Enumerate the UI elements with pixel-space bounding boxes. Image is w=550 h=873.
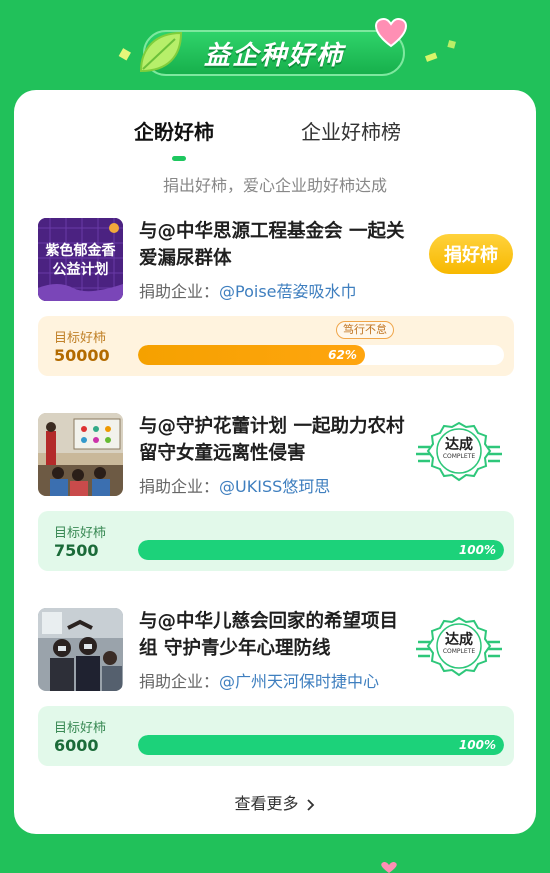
confetti-icon bbox=[447, 40, 456, 49]
project-thumbnail: 紫色郁金香 公益计划 bbox=[38, 218, 123, 301]
heart-icon bbox=[381, 862, 397, 873]
confetti-icon bbox=[118, 48, 131, 61]
sponsor-label: 捐助企业： bbox=[139, 477, 220, 496]
subtitle: 捐出好柿，爱心企业助好柿达成 bbox=[162, 176, 387, 195]
sponsor-label: 捐助企业： bbox=[139, 672, 220, 691]
progress-track: 100% bbox=[138, 540, 504, 560]
thumbnail-image bbox=[38, 413, 123, 496]
target-value: 50000 bbox=[54, 346, 110, 365]
project-thumbnail bbox=[38, 608, 123, 691]
progress-percent: 100% bbox=[458, 543, 496, 557]
progress-fill: 100% bbox=[138, 540, 504, 560]
badge-text: 达成 bbox=[445, 632, 473, 648]
confetti-icon bbox=[424, 52, 438, 62]
main-card: 企盼好柿 企业好柿榜 捐出好柿，爱心企业助好柿达成 紫色郁金香 公益计划 与@中… bbox=[14, 90, 536, 834]
sponsor-line: 捐助企业：@广州天河保时捷中心 bbox=[139, 668, 379, 692]
progress-fill: 62% bbox=[138, 345, 365, 365]
thumbnail-image bbox=[38, 608, 123, 691]
progress-track: 62% bbox=[138, 345, 504, 365]
page-title: 益企种好柿 bbox=[203, 40, 344, 71]
leaf-icon bbox=[139, 31, 183, 73]
header: 益企种好柿 bbox=[0, 0, 550, 92]
target-label: 目标好柿 bbox=[54, 721, 107, 736]
project-title[interactable]: 与@中华思源工程基金会 一起关爱漏尿群体 bbox=[139, 218, 411, 272]
badge-subtext: COMPLETE bbox=[442, 453, 476, 460]
tab-ranking[interactable]: 企业好柿榜 bbox=[301, 116, 401, 145]
heart-icon bbox=[374, 17, 408, 48]
progress-fill: 100% bbox=[138, 735, 504, 755]
complete-badge: 达成 COMPLETE bbox=[416, 419, 502, 489]
status-tag: 笃行不怠 bbox=[336, 321, 394, 339]
sponsor-name[interactable]: @Poise蓓姿吸水巾 bbox=[219, 282, 357, 301]
badge-subtext: COMPLETE bbox=[442, 648, 476, 655]
progress-percent: 62% bbox=[328, 348, 357, 362]
progress-box: 目标好柿 50000 62% 笃行不怠 bbox=[38, 316, 514, 376]
target-value: 7500 bbox=[54, 541, 99, 560]
sponsor-label: 捐助企业： bbox=[139, 282, 220, 301]
progress-box: 目标好柿 6000 100% bbox=[38, 706, 514, 766]
target-value: 6000 bbox=[54, 736, 99, 755]
target-label: 目标好柿 bbox=[54, 526, 107, 541]
sponsor-name[interactable]: @广州天河保时捷中心 bbox=[219, 672, 379, 691]
progress-percent: 100% bbox=[458, 738, 496, 752]
target-label: 目标好柿 bbox=[54, 331, 107, 346]
sponsor-line: 捐助企业：@UKISS悠珂思 bbox=[139, 473, 330, 497]
progress-track: 100% bbox=[138, 735, 504, 755]
tab-qipan[interactable]: 企盼好柿 bbox=[134, 116, 214, 145]
tab-bar: 企盼好柿 企业好柿榜 bbox=[14, 116, 536, 156]
sponsor-name[interactable]: @UKISS悠珂思 bbox=[219, 477, 330, 496]
badge-text: 达成 bbox=[445, 437, 473, 453]
project-title[interactable]: 与@中华儿慈会回家的希望项目组 守护青少年心理防线 bbox=[139, 608, 411, 662]
complete-badge: 达成 COMPLETE bbox=[416, 614, 502, 684]
view-more-label: 查看更多 bbox=[234, 794, 299, 813]
project-thumbnail bbox=[38, 413, 123, 496]
project-title[interactable]: 与@守护花蕾计划 一起助力农村留守女童远离性侵害 bbox=[139, 413, 411, 467]
thumbnail-text: 公益计划 bbox=[52, 262, 109, 278]
sponsor-line: 捐助企业：@Poise蓓姿吸水巾 bbox=[139, 278, 357, 302]
chevron-right-icon bbox=[306, 798, 314, 811]
progress-box: 目标好柿 7500 100% bbox=[38, 511, 514, 571]
tab-indicator bbox=[172, 156, 186, 161]
donate-button[interactable]: 捐好柿 bbox=[429, 234, 513, 274]
thumbnail-text: 紫色郁金香 bbox=[45, 243, 116, 259]
view-more-link[interactable]: 查看更多 bbox=[14, 790, 536, 814]
